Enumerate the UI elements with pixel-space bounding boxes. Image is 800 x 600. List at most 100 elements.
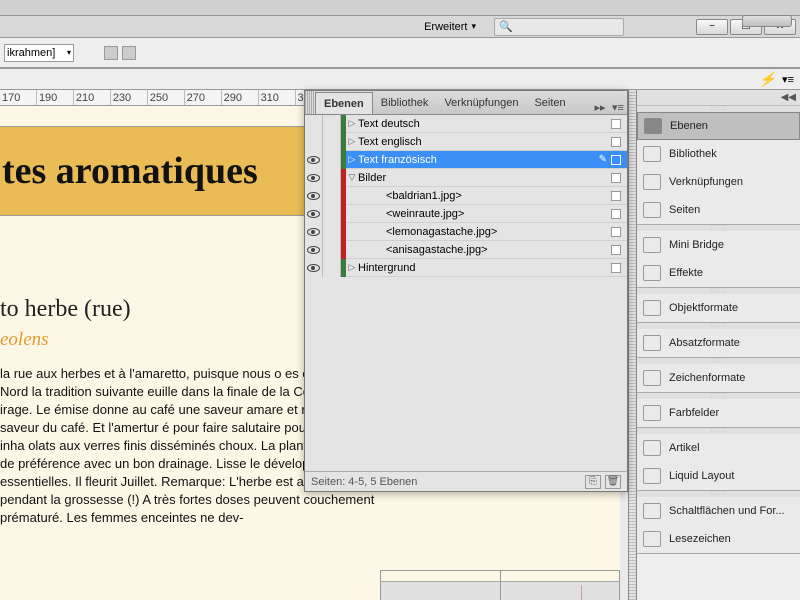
dock-item-objektformate[interactable]: Objektformate [637, 294, 800, 322]
dock-item-liquid-layout[interactable]: Liquid Layout [637, 462, 800, 490]
layer-row[interactable]: <baldrian1.jpg> [305, 187, 627, 205]
dock-item-seiten[interactable]: Seiten [637, 196, 800, 224]
lock-toggle[interactable] [323, 241, 341, 259]
lock-toggle[interactable] [323, 205, 341, 223]
expand-toggle[interactable]: ▷ [346, 262, 358, 273]
visibility-toggle[interactable] [305, 115, 323, 133]
menu-icon[interactable]: ▾≡ [782, 73, 794, 86]
select-square[interactable] [611, 227, 621, 237]
dock-item-mini-bridge[interactable]: Mini Bridge [637, 231, 800, 259]
panel-icon [643, 174, 661, 190]
panel-icon [643, 468, 661, 484]
workspace-switcher[interactable]: Erweitert ▾ [414, 19, 486, 35]
dock-item-zeichenformate[interactable]: Zeichenformate [637, 364, 800, 392]
lock-toggle[interactable] [323, 133, 341, 151]
dock-handle[interactable]: ◀◀ [637, 90, 800, 106]
panel-icon [643, 531, 661, 547]
lock-toggle[interactable] [323, 169, 341, 187]
delete-layer-button[interactable]: 🗑 [605, 475, 621, 489]
panel-icon [643, 202, 661, 218]
panel-tabs: EbenenBibliothekVerknüpfungenSeiten ▸▸ ▾… [305, 91, 627, 115]
visibility-toggle[interactable] [305, 259, 323, 277]
panel-tab-seiten[interactable]: Seiten [526, 92, 573, 114]
lock-toggle[interactable] [323, 223, 341, 241]
visibility-toggle[interactable] [305, 169, 323, 187]
layer-name: Text deutsch [358, 118, 611, 130]
panel-grip[interactable] [305, 91, 315, 114]
frame-selector[interactable]: ikrahmen] ▾ [4, 44, 74, 62]
select-square[interactable] [611, 263, 621, 273]
layer-row[interactable]: ▷Text französisch✎ [305, 151, 627, 169]
lock-toggle[interactable] [323, 115, 341, 133]
expand-toggle[interactable]: ▽ [346, 172, 358, 183]
select-square[interactable] [611, 245, 621, 255]
panel-tab-bibliothek[interactable]: Bibliothek [373, 92, 437, 114]
select-square[interactable] [611, 119, 621, 129]
header-row: Erweitert ▾ 🔍 − ☐ ✕ [0, 16, 800, 38]
layer-row[interactable]: ▷Text englisch [305, 133, 627, 151]
select-square[interactable] [611, 209, 621, 219]
expand-toggle[interactable]: ▷ [346, 136, 358, 147]
minimize-button[interactable]: − [696, 19, 728, 35]
dock-item-effekte[interactable]: Effekte [637, 259, 800, 287]
new-layer-button[interactable]: ⎘ [585, 475, 601, 489]
dock-item-artikel[interactable]: Artikel [637, 434, 800, 462]
layer-name: <anisagastache.jpg> [358, 244, 611, 256]
restore-icon[interactable] [742, 15, 792, 27]
dock-item-bibliothek[interactable]: Bibliothek [637, 140, 800, 168]
dock-group: ::::::Schaltflächen und For...Lesezeiche… [637, 491, 800, 554]
panel-footer: Seiten: 4-5, 5 Ebenen ⎘ 🗑 [305, 471, 627, 491]
dock-label: Bibliothek [669, 148, 717, 160]
visibility-toggle[interactable] [305, 205, 323, 223]
workspace-label: Erweitert [424, 21, 467, 33]
panel-tab-verknüpfungen[interactable]: Verknüpfungen [436, 92, 526, 114]
lock-toggle[interactable] [323, 151, 341, 169]
layer-row[interactable]: ▽Bilder [305, 169, 627, 187]
pen-icon: ✎ [599, 154, 607, 165]
dock-group: ::::::Objektformate [637, 288, 800, 323]
panel-icon [643, 265, 661, 281]
dock-item-absatzformate[interactable]: Absatzformate [637, 329, 800, 357]
visibility-toggle[interactable] [305, 187, 323, 205]
layer-row[interactable]: <weinraute.jpg> [305, 205, 627, 223]
layer-row[interactable]: <anisagastache.jpg> [305, 241, 627, 259]
dock-item-schaltfl-chen-und-for---[interactable]: Schaltflächen und For... [637, 497, 800, 525]
select-square[interactable] [611, 137, 621, 147]
dock-item-lesezeichen[interactable]: Lesezeichen [637, 525, 800, 553]
dock-item-farbfelder[interactable]: Farbfelder [637, 399, 800, 427]
visibility-toggle[interactable] [305, 241, 323, 259]
visibility-toggle[interactable] [305, 223, 323, 241]
lock-toggle[interactable] [323, 187, 341, 205]
control-strip: ikrahmen] ▾ [0, 38, 800, 68]
search-input[interactable]: 🔍 [494, 18, 624, 36]
panel-menu-icon[interactable]: ▾≡ [609, 101, 627, 114]
select-square[interactable] [611, 173, 621, 183]
tool-icon[interactable] [122, 46, 136, 60]
dock-item-verkn-pfungen[interactable]: Verknüpfungen [637, 168, 800, 196]
lock-toggle[interactable] [323, 259, 341, 277]
layer-color [341, 241, 346, 259]
layer-row[interactable]: ▷Text deutsch [305, 115, 627, 133]
frame-selector-value: ikrahmen] [7, 47, 55, 59]
dock-group: ::::::Zeichenformate [637, 358, 800, 393]
dock-item-ebenen[interactable]: Ebenen [637, 112, 800, 140]
eye-icon [307, 156, 320, 164]
tool-icon[interactable] [104, 46, 118, 60]
visibility-toggle[interactable] [305, 151, 323, 169]
right-spread-preview [380, 570, 620, 600]
layer-row[interactable]: <lemonagastache.jpg> [305, 223, 627, 241]
panel-collapse-icon[interactable]: ▸▸ [591, 101, 609, 114]
layer-name: Bilder [358, 172, 611, 184]
select-square[interactable] [611, 191, 621, 201]
layer-name: <lemonagastache.jpg> [358, 226, 611, 238]
expand-toggle[interactable]: ▷ [346, 118, 358, 129]
layer-name: Hintergrund [358, 262, 611, 274]
layer-row[interactable]: ▷Hintergrund [305, 259, 627, 277]
dock-collapse-strip[interactable] [628, 90, 636, 600]
panel-tab-ebenen[interactable]: Ebenen [315, 92, 373, 114]
visibility-toggle[interactable] [305, 133, 323, 151]
expand-toggle[interactable]: ▷ [346, 154, 358, 165]
lightning-icon[interactable]: ⚡ [759, 71, 776, 88]
select-square[interactable] [611, 155, 621, 165]
chevron-down-icon: ▾ [67, 48, 71, 57]
